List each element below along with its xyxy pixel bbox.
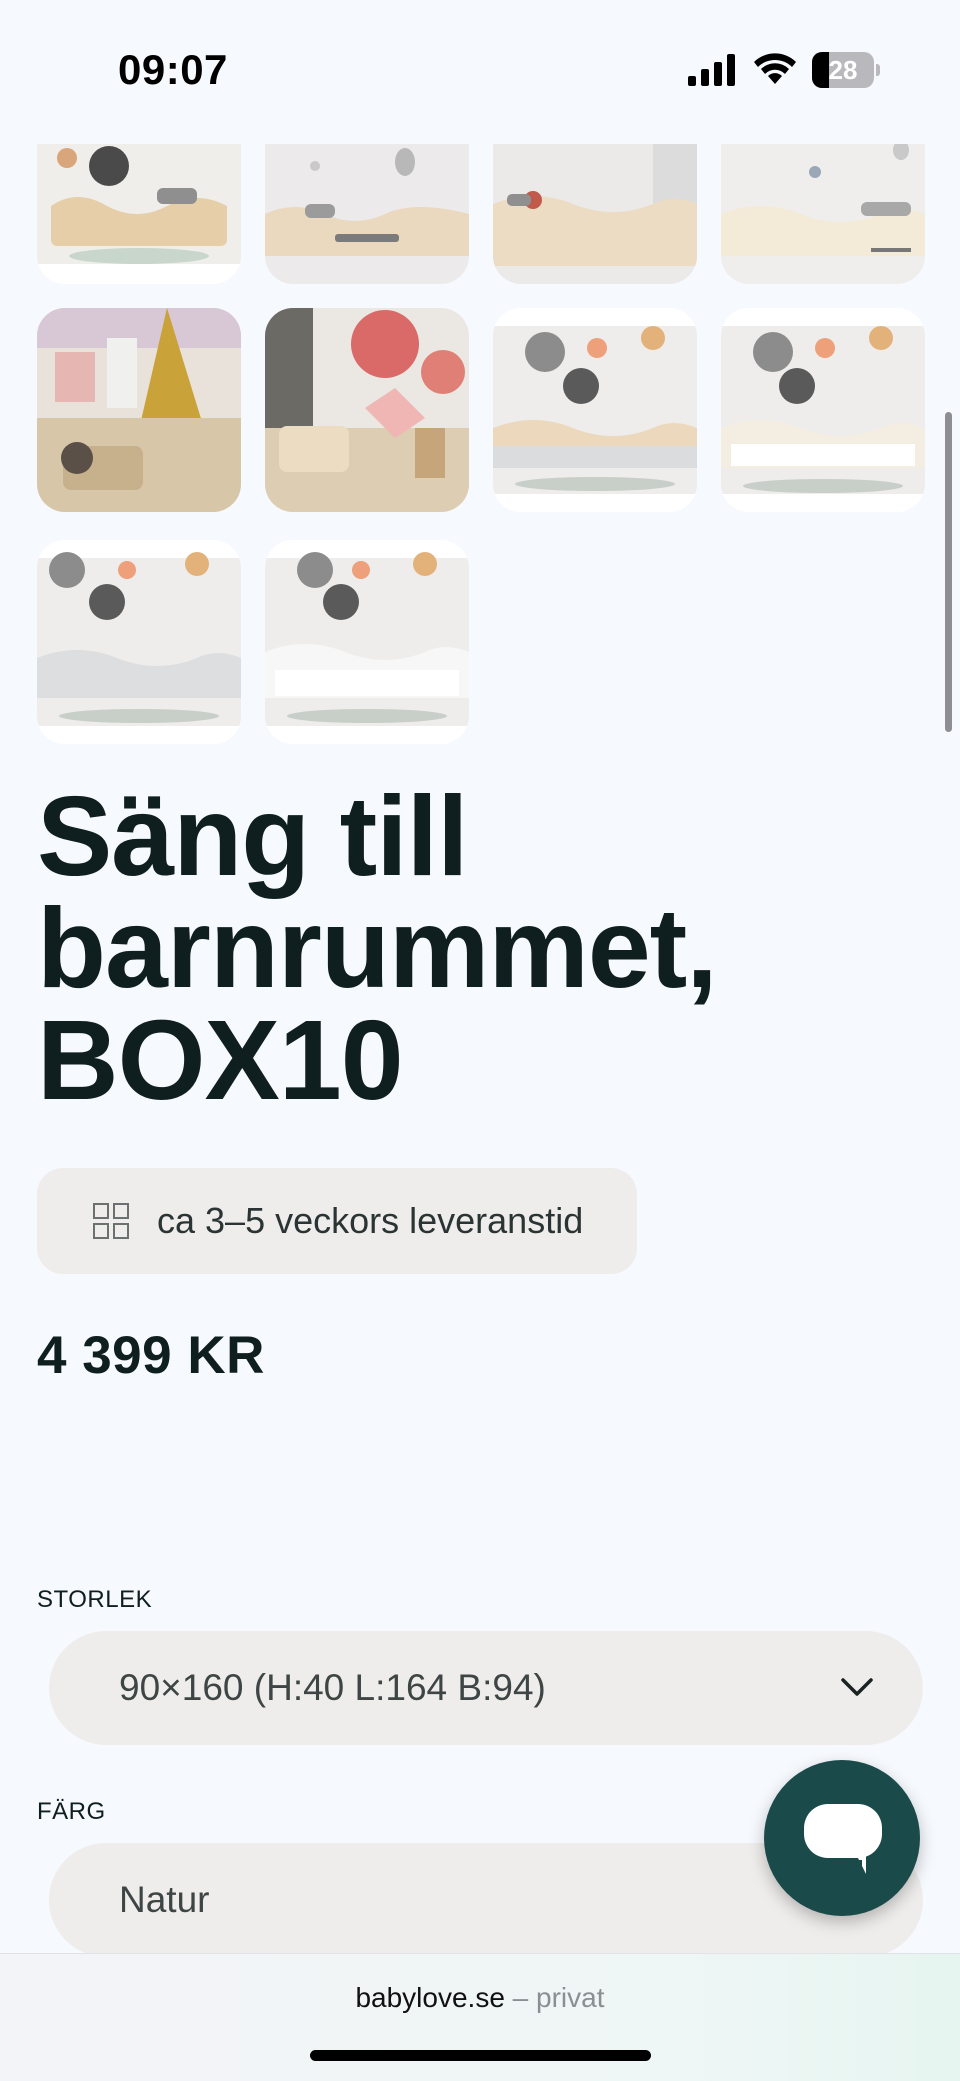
product-title-line: Säng till bbox=[37, 773, 468, 899]
battery-level: 28 bbox=[828, 55, 858, 85]
cellular-signal-icon bbox=[688, 54, 735, 86]
url-mode: – privat bbox=[504, 1982, 605, 2013]
delivery-text: ca 3–5 veckors leveranstid bbox=[157, 1200, 584, 1241]
product-title-line: barnrummet, bbox=[37, 885, 718, 1011]
product-title-line: BOX10 bbox=[37, 997, 404, 1123]
chat-button[interactable] bbox=[764, 1760, 920, 1916]
size-label: STORLEK bbox=[37, 1586, 153, 1613]
chat-bubble-icon bbox=[804, 1804, 882, 1874]
product-thumbnail[interactable] bbox=[37, 144, 241, 284]
status-bar: 09:07 28 bbox=[0, 0, 960, 140]
delivery-info: ca 3–5 veckors leveranstid bbox=[37, 1168, 637, 1274]
product-thumbnail[interactable] bbox=[265, 540, 469, 744]
product-thumbnail[interactable] bbox=[37, 308, 241, 512]
size-select[interactable]: 90×160 (H:40 L:164 B:94) bbox=[49, 1631, 923, 1745]
url-domain: babylove.se bbox=[355, 1982, 505, 2013]
color-select-value: Natur bbox=[119, 1879, 210, 1920]
url-text: babylove.se – privat bbox=[0, 1982, 960, 2014]
product-thumbnail[interactable] bbox=[493, 144, 697, 284]
grid-icon bbox=[93, 1203, 129, 1239]
color-label: FÄRG bbox=[37, 1798, 106, 1825]
product-thumbnail[interactable] bbox=[721, 144, 925, 284]
product-title: Säng till barnrummet, BOX10 bbox=[37, 780, 897, 1117]
scrollbar[interactable] bbox=[945, 412, 952, 732]
size-select-value: 90×160 (H:40 L:164 B:94) bbox=[119, 1667, 546, 1708]
product-thumbnail[interactable] bbox=[265, 144, 469, 284]
home-indicator[interactable] bbox=[310, 2050, 651, 2061]
product-price: 4 399 KR bbox=[37, 1326, 265, 1385]
browser-address-bar[interactable]: babylove.se – privat bbox=[0, 1953, 960, 2081]
product-thumbnail[interactable] bbox=[37, 540, 241, 744]
product-thumbnail[interactable] bbox=[493, 308, 697, 512]
product-thumbnail[interactable] bbox=[721, 308, 925, 512]
status-time: 09:07 bbox=[118, 46, 228, 93]
product-thumbnail[interactable] bbox=[265, 308, 469, 512]
battery-icon: 28 bbox=[812, 52, 880, 88]
wifi-icon bbox=[754, 53, 796, 84]
chevron-down-icon bbox=[841, 1678, 873, 1696]
